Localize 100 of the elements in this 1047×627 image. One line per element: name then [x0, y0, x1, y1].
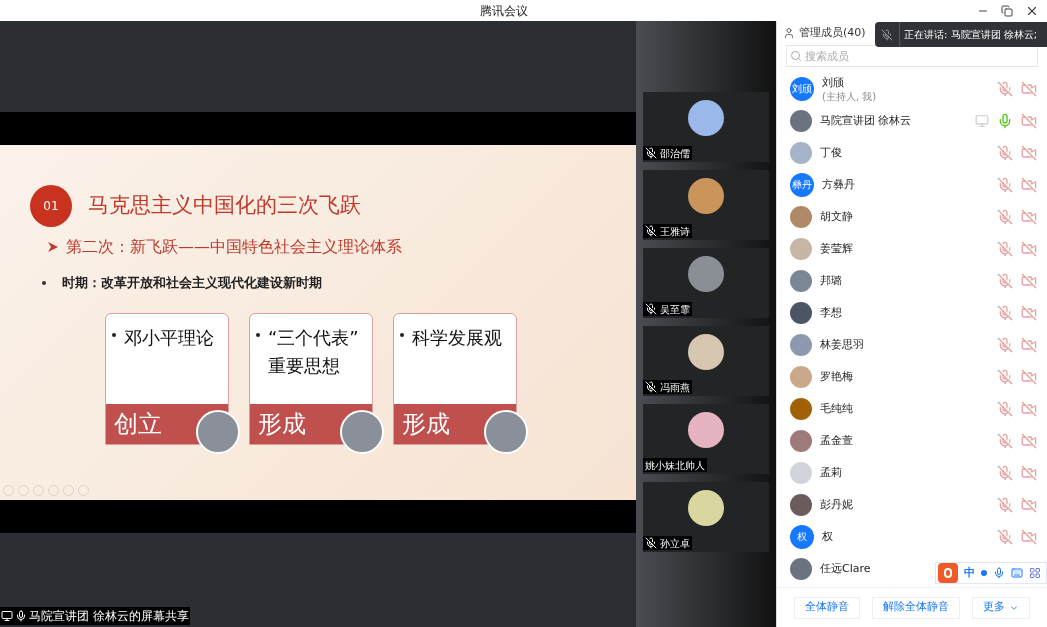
bullet-icon	[400, 332, 404, 337]
card-action-text: 形成	[402, 408, 450, 440]
member-name: 姜莹辉	[820, 240, 853, 257]
window-title: 腾讯会议	[480, 2, 528, 20]
member-name: 林姜思羽	[820, 336, 864, 353]
video-tile[interactable]: 姚小妹北帅人	[643, 404, 769, 474]
member-name: 邦璐	[820, 272, 842, 289]
camera-off-icon	[1021, 177, 1037, 193]
camera-off-icon	[1021, 209, 1037, 225]
avatar-photo-placeholder	[790, 142, 812, 164]
member-row[interactable]: 林姜思羽	[777, 329, 1047, 361]
video-tile[interactable]: 王雅诗	[643, 170, 769, 240]
card-text: 邓小平理论	[124, 325, 214, 350]
camera-off-icon	[1021, 145, 1037, 161]
camera-off-icon	[1021, 401, 1037, 417]
member-row[interactable]: 彭丹妮	[777, 489, 1047, 521]
screen-share-icon	[1, 610, 13, 622]
avatar-initials: 刘颀	[790, 77, 814, 101]
tile-name: 姚小妹北帅人	[645, 458, 705, 473]
avatar-photo-placeholder	[790, 494, 812, 516]
video-tile[interactable]: 冯雨燕	[643, 326, 769, 396]
member-row[interactable]: 胡文静	[777, 201, 1047, 233]
bullet-icon	[112, 332, 116, 337]
avatar-photo-placeholder	[688, 100, 724, 136]
member-name: 权	[822, 528, 833, 545]
member-row[interactable]: 毛纯纯	[777, 393, 1047, 425]
bullet-icon	[256, 332, 260, 337]
member-name: 丁俊	[820, 144, 842, 161]
tile-name: 邵治儒	[660, 146, 690, 161]
avatar-photo-placeholder	[688, 256, 724, 292]
avatar-photo-placeholder	[790, 110, 812, 132]
avatar-initials: 权	[790, 525, 814, 549]
card-text: 科学发展观	[412, 325, 502, 350]
member-row[interactable]: 彝丹 方彝丹	[777, 169, 1047, 201]
camera-off-icon	[1021, 465, 1037, 481]
keyboard-icon[interactable]	[1011, 567, 1023, 579]
video-tile[interactable]: 孙立卓	[643, 482, 769, 552]
camera-off-icon	[1021, 273, 1037, 289]
tile-name: 王雅诗	[660, 224, 690, 239]
avatar-photo-placeholder	[688, 334, 724, 370]
avatar-photo-placeholder	[790, 238, 812, 260]
camera-off-icon	[1021, 433, 1037, 449]
card-text: 重要思想	[268, 353, 341, 378]
avatar-photo-placeholder	[790, 558, 812, 580]
member-name: 任远Clare	[820, 560, 871, 577]
camera-off-icon	[1021, 369, 1037, 385]
avatar-photo-placeholder	[790, 334, 812, 356]
avatar-photo-placeholder	[790, 302, 812, 324]
avatar-photo-placeholder	[688, 178, 724, 214]
member-row[interactable]: 邦璐	[777, 265, 1047, 297]
member-role: (主持人, 我)	[822, 91, 877, 104]
card-action-text: 形成	[258, 408, 306, 440]
period-text: 时期：改革开放和社会主义现代化建设新时期	[62, 274, 322, 292]
arrow-bullet-icon	[48, 242, 58, 252]
member-name: 孟莉	[820, 464, 842, 481]
share-label-text: 马院宣讲团 徐林云的屏幕共享	[29, 608, 189, 625]
member-row[interactable]: 马院宣讲团 徐林云	[777, 105, 1047, 137]
member-row[interactable]: 姜莹辉	[777, 233, 1047, 265]
camera-off-icon	[1021, 113, 1037, 129]
member-name: 李想	[820, 304, 842, 321]
punctuation-icon[interactable]	[981, 570, 987, 576]
member-row[interactable]: 孟莉	[777, 457, 1047, 489]
speaking-text: 正在讲话: 马院宣讲团 徐林云;	[903, 28, 1038, 42]
mic-muted-icon	[881, 28, 893, 41]
camera-off-icon	[1021, 241, 1037, 257]
panel-button[interactable]: 更多	[972, 596, 1030, 619]
camera-off-icon	[1021, 81, 1037, 97]
avatar-photo-placeholder	[790, 430, 812, 452]
video-tile[interactable]: 吴至霏	[643, 248, 769, 318]
avatar-photo-placeholder	[790, 462, 812, 484]
mic-icon[interactable]	[993, 567, 1005, 579]
card-action-text: 创立	[114, 408, 162, 440]
search-icon	[790, 50, 802, 62]
panel-button[interactable]: 解除全体静音	[872, 596, 960, 619]
video-tile[interactable]: 邵治儒	[643, 92, 769, 162]
person-icon	[783, 27, 795, 39]
member-row[interactable]: 李想	[777, 297, 1047, 329]
ime-mode[interactable]: 中	[964, 564, 975, 582]
restore-icon[interactable]	[1001, 4, 1013, 17]
member-row[interactable]: 权 权	[777, 521, 1047, 553]
panel-title: 管理成员(40)	[799, 24, 866, 41]
member-name: 彭丹妮	[820, 496, 853, 513]
panel-button[interactable]: 全体静音	[794, 596, 860, 619]
member-name: 胡文静	[820, 208, 853, 225]
search-field[interactable]: 搜索成员	[786, 45, 1038, 67]
grid-icon[interactable]	[1029, 567, 1041, 579]
avatar-photo-placeholder	[790, 366, 812, 388]
member-name: 马院宣讲团 徐林云	[820, 112, 912, 129]
avatar-photo-placeholder	[790, 206, 812, 228]
member-row[interactable]: 丁俊	[777, 137, 1047, 169]
member-row[interactable]: 罗艳梅	[777, 361, 1047, 393]
camera-off-icon	[1021, 529, 1037, 545]
slide-title: 马克思主义中国化的三次飞跃	[88, 192, 361, 220]
tile-name: 孙立卓	[660, 536, 690, 551]
mic-icon	[15, 610, 27, 622]
avatar-photo-placeholder	[790, 270, 812, 292]
card-text: “三个代表”	[268, 325, 359, 350]
avatar-photo-placeholder	[688, 412, 724, 448]
slide-number-badge: 01	[30, 185, 72, 227]
member-row[interactable]: 孟金萱	[777, 425, 1047, 457]
